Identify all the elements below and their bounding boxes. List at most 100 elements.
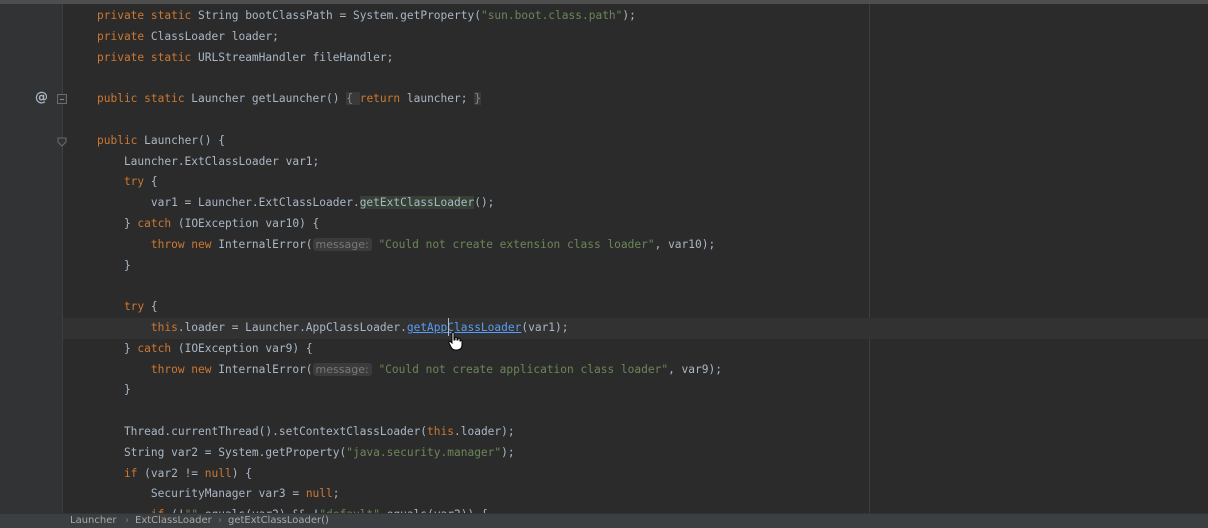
code-token: private static (97, 9, 199, 22)
code-text[interactable]: if (var2 != null) { (97, 464, 252, 485)
code-line[interactable]: 35 (63, 68, 1208, 89)
breadcrumb-item[interactable]: Launcher (70, 514, 116, 528)
code-token: getProperty( (400, 9, 481, 22)
code-line[interactable]: 36public static Launcher getLauncher() {… (63, 89, 1208, 110)
code-token: public (97, 133, 145, 147)
code-text[interactable]: } (97, 256, 131, 277)
code-token: String bootClassPath = System. (198, 9, 401, 22)
code-token: (var1); (521, 321, 569, 334)
code-line[interactable]: 34private static URLStreamHandler fileHa… (63, 48, 1208, 69)
code-token: { (150, 175, 158, 189)
code-text[interactable]: } (97, 380, 131, 401)
code-token: var1 = Launcher.ExtClassLoader. (97, 196, 360, 210)
code-text[interactable]: if (!"".equals(var2) && !"default".equal… (97, 505, 488, 513)
breadcrumb-item[interactable]: ExtClassLoader (135, 514, 212, 528)
code-text[interactable]: String var2 = System.getProperty("java.s… (97, 443, 515, 464)
code-text[interactable]: try { (97, 297, 158, 318)
code-token: "java.security.manager" (346, 445, 502, 459)
code-text[interactable]: try { (97, 172, 158, 193)
code-text[interactable]: SecurityManager var3 = null; (97, 484, 340, 505)
code-line[interactable]: 44 } catch (IOException var10) { (63, 214, 1208, 235)
code-token: ); (501, 445, 515, 459)
code-token: Thread.currentThread().setContextClassLo… (97, 425, 428, 438)
code-token: private static (97, 50, 199, 64)
code-text[interactable]: } catch (IOException var10) { (97, 214, 319, 235)
code-token: "Could not create application class load… (371, 362, 669, 376)
code-token: SecurityManager var3 = (97, 487, 306, 501)
code-token: (); (474, 196, 495, 210)
code-line[interactable]: 33private ClassLoader loader; (63, 27, 1208, 48)
code-line[interactable]: 52 } (63, 380, 1208, 401)
breadcrumb-separator-icon: › (218, 515, 222, 526)
code-line[interactable]: 51 throw new InternalError(message: "Cou… (63, 360, 1208, 381)
code-line[interactable]: 53 (63, 401, 1208, 422)
code-editor[interactable]: 32private static String bootClassPath = … (63, 4, 1208, 513)
fold-icon[interactable] (57, 137, 67, 147)
breadcrumb[interactable]: Launcher › ExtClassLoader › getExtClassLoade… (0, 513, 1208, 528)
code-token: .loader = Launcher.AppClassLoader. (177, 321, 407, 334)
code-token: launcher (406, 92, 461, 106)
parameter-hint: message: (312, 362, 372, 376)
code-token: String var2 = System.getProperty( (97, 445, 347, 459)
code-line[interactable]: 55 String var2 = System.getProperty("jav… (63, 443, 1208, 464)
code-token: (var2 != (144, 466, 205, 480)
breadcrumb-item[interactable]: getExtClassLoader() (228, 514, 329, 528)
at-sign-icon[interactable]: @ (35, 90, 48, 105)
code-line[interactable]: 56 if (var2 != null) { (63, 464, 1208, 485)
code-token: try (97, 175, 151, 189)
breadcrumb-separator-icon: › (125, 515, 129, 526)
code-text[interactable]: private static URLStreamHandler fileHand… (97, 48, 393, 69)
code-text[interactable]: } catch (IOException var9) { (97, 339, 313, 360)
code-token: ; (460, 92, 475, 106)
code-line[interactable]: 48 try { (63, 297, 1208, 318)
code-line[interactable]: 50 } catch (IOException var9) { (63, 339, 1208, 360)
code-token: } (97, 383, 131, 397)
code-text[interactable]: this.loader = Launcher.AppClassLoader.ge… (97, 318, 569, 339)
code-token: null (204, 466, 232, 480)
code-token: this (427, 425, 454, 438)
code-line[interactable]: 41 Launcher.ExtClassLoader var1; (63, 152, 1208, 173)
parameter-hint: message: (312, 237, 372, 251)
code-line[interactable]: 47 (63, 276, 1208, 297)
code-line[interactable]: 42 try { (63, 172, 1208, 193)
fold-icon[interactable] (57, 94, 67, 104)
code-line[interactable]: 43 var1 = Launcher.ExtClassLoader.getExt… (63, 193, 1208, 214)
code-token: ClassLoader (150, 29, 232, 43)
method-link[interactable]: getAppClassLoader (407, 321, 522, 334)
code-text[interactable]: throw new InternalError(message: "Could … (97, 235, 715, 256)
code-token: ; (386, 50, 394, 64)
code-token: try (97, 300, 151, 314)
code-token: fileHandler (312, 50, 387, 64)
code-line[interactable]: 45 throw new InternalError(message: "Cou… (63, 235, 1208, 256)
code-token: (IOException var9) { (177, 341, 313, 355)
code-token: } (97, 341, 138, 355)
code-token: catch (137, 217, 178, 230)
code-token: } (474, 92, 481, 106)
code-line[interactable]: 57 SecurityManager var3 = null; (63, 484, 1208, 505)
code-token: if (97, 466, 145, 480)
code-line[interactable]: 46 } (63, 256, 1208, 277)
code-line[interactable]: 39 (63, 110, 1208, 131)
code-text[interactable]: throw new InternalError(message: "Could … (97, 360, 722, 381)
code-text[interactable]: var1 = Launcher.ExtClassLoader.getExtCla… (97, 193, 494, 214)
code-text[interactable]: private ClassLoader loader; (97, 27, 279, 48)
code-token: catch (137, 341, 178, 355)
code-text[interactable]: Launcher.ExtClassLoader var1; (97, 152, 319, 173)
code-line[interactable]: 49 this.loader = Launcher.AppClassLoader… (63, 318, 1208, 339)
code-text[interactable]: Thread.currentThread().setContextClassLo… (97, 422, 515, 443)
code-token: (IOException var10) { (177, 217, 320, 230)
code-token: InternalError( (218, 362, 313, 376)
code-token: ); (622, 9, 636, 22)
code-text[interactable]: private static String bootClassPath = Sy… (97, 6, 636, 27)
code-token: URLStreamHandler (198, 50, 313, 64)
code-token: , var9); (668, 362, 722, 376)
line-number-gutter[interactable] (0, 4, 63, 513)
code-line[interactable]: 32private static String bootClassPath = … (63, 6, 1208, 27)
code-text[interactable]: public Launcher() { (97, 131, 225, 152)
code-token: .loader); (454, 425, 515, 438)
code-line[interactable]: 58 if (!"".equals(var2) && !"default".eq… (63, 505, 1208, 513)
code-token: "sun.boot.class.path" (480, 9, 623, 22)
code-line[interactable]: 40public Launcher() { (63, 131, 1208, 152)
code-line[interactable]: 54 Thread.currentThread().setContextClas… (63, 422, 1208, 443)
code-text[interactable]: public static Launcher getLauncher() { r… (97, 89, 481, 110)
